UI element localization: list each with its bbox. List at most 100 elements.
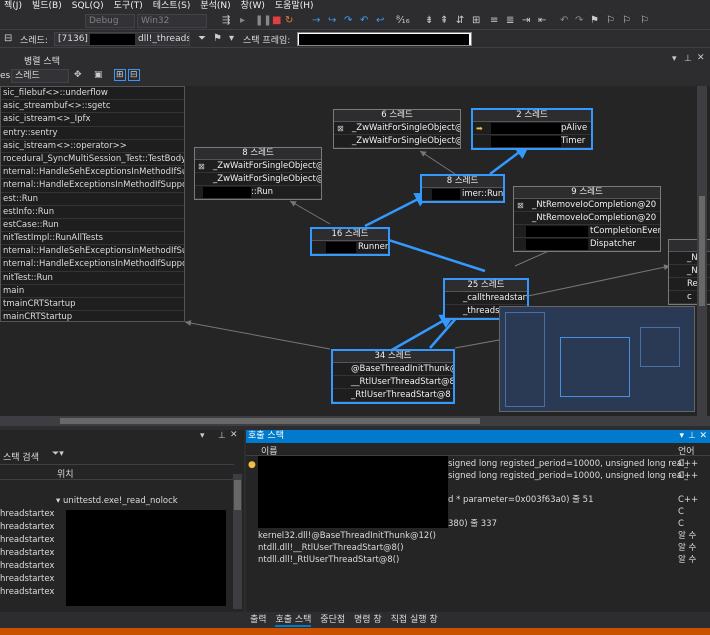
dropdown-icon[interactable]: ▾ — [200, 431, 205, 441]
next-bookmark-icon[interactable]: ⚐ — [622, 15, 631, 27]
frame-row[interactable]: tmainCRTStartup — [1, 298, 184, 312]
frame-row[interactable]: mainCRTStartup — [1, 311, 184, 321]
thread-row[interactable]: ▾ unittestd.exe!_read_nolock — [56, 495, 178, 508]
stack-frame-row[interactable]: tCompletionEvent — [514, 225, 660, 238]
uncomment-icon[interactable]: ≣ — [506, 15, 514, 27]
stack-frame-row[interactable]: _ZwWaitForSingleObject@12 — [195, 173, 321, 186]
pin-icon[interactable]: ⊥ — [688, 430, 696, 443]
thread-icon[interactable]: ⇟ — [425, 15, 433, 27]
frame-row[interactable]: sic_filebuf<>::underflow — [1, 87, 184, 101]
menu-test[interactable]: 테스트(S) — [153, 0, 191, 12]
pause-icon[interactable]: ❚❚ — [255, 15, 272, 27]
dropdown-icon[interactable]: ▾ — [672, 54, 677, 64]
step-out-icon[interactable]: ↶ — [360, 15, 368, 27]
stack-frame-row[interactable]: imer::Run — [422, 188, 503, 201]
config-select[interactable]: Debug — [85, 14, 135, 28]
frame-row[interactable]: nternal::HandleExceptionsInMethodIfSuppo… — [1, 179, 184, 193]
tab-output[interactable]: 출력 — [250, 615, 267, 625]
stack-node-2-threads[interactable]: 2 스레드 ➡ pAlive Timer — [471, 108, 593, 150]
frame-row[interactable]: nternal::HandleSehExceptionsInMethodIfSu… — [1, 245, 184, 259]
stack-frame-row[interactable]: Timer — [473, 135, 591, 148]
menu-tools[interactable]: 도구(T) — [114, 0, 143, 12]
frame-row[interactable]: estInfo::Run — [1, 206, 184, 219]
tab-command-window[interactable]: 명령 창 — [354, 615, 382, 625]
call-stack-row[interactable]: ntdll.dll!_RtlUserThreadStart@8() 알 수 — [258, 554, 710, 566]
filter-icon[interactable]: ⏷ — [198, 33, 206, 45]
scroll-thumb[interactable] — [699, 196, 705, 306]
zoom-icon[interactable]: ▣ — [94, 70, 103, 80]
stack-frame-row[interactable]: ➡ pAlive — [473, 122, 591, 135]
frame-row[interactable]: nitTestImpl::RunAllTests — [1, 232, 184, 246]
restart-icon[interactable]: ↻ — [285, 15, 293, 27]
menu-sql[interactable]: SQL(Q) — [72, 0, 104, 12]
filter-icon[interactable]: ⏷▾ — [52, 449, 64, 459]
stack-frame-row[interactable]: ⊠_ZwWaitForSingleObject@12 — [195, 160, 321, 173]
vertical-scrollbar[interactable] — [697, 86, 707, 416]
stack-frame-row[interactable]: _NtRemoveIoCompletion@20 — [514, 212, 660, 225]
menu-analyze[interactable]: 분석(N) — [200, 0, 230, 12]
process-select[interactable]: [7136] dll!_threadst — [54, 32, 190, 46]
view-mode-select[interactable]: 스레드 — [11, 69, 69, 83]
flag-icon[interactable]: ⚑ — [213, 33, 222, 45]
frame-row[interactable]: entry::sentry — [1, 127, 184, 140]
stack-frame-row[interactable]: Runner — [312, 241, 388, 254]
indent-icon[interactable]: ⇥ — [522, 15, 530, 27]
scroll-thumb[interactable] — [60, 418, 480, 424]
close-icon[interactable]: ✕ — [230, 430, 238, 440]
bookmark-icon[interactable]: ⚑ — [590, 15, 599, 27]
thread-row[interactable]: hreadstartex — [0, 547, 54, 560]
tab-call-stack[interactable]: 호출 스택 — [275, 615, 312, 627]
stop-icon[interactable]: ■ — [272, 15, 281, 27]
show-next-icon[interactable]: → — [312, 15, 320, 27]
frame-row[interactable]: nternal::HandleExceptionsInMethodIfSuppo… — [1, 258, 184, 272]
pin-icon[interactable]: ⊥ — [218, 431, 226, 441]
platform-select[interactable]: Win32 — [137, 14, 207, 28]
stack-frame-row[interactable]: _callthreadstartex — [445, 292, 527, 305]
step-over-icon[interactable]: ↷ — [344, 15, 352, 27]
stack-frame-select[interactable] — [297, 32, 472, 46]
stack-frame-row[interactable]: _ZwWaitForSingleObject@12 — [334, 135, 460, 148]
column-location[interactable]: 위치 — [57, 467, 74, 480]
frame-row[interactable]: asic_streambuf<>::sgetc — [1, 100, 184, 114]
stack-frame-row[interactable]: ::Run — [195, 186, 321, 199]
menu-help[interactable]: 도움말(H) — [275, 0, 314, 12]
bird-eye-minimap[interactable] — [499, 306, 695, 412]
stack-node-6-threads[interactable]: 6 스레드 ⊠_ZwWaitForSingleObject@12 _ZwWait… — [333, 109, 461, 149]
frame-row[interactable]: asic_istream<>::operator>> — [1, 140, 184, 153]
frame-row[interactable]: nternal::HandleSehExceptionsInMethodIfSu… — [1, 166, 184, 180]
toggle-method-icon[interactable]: ✥ — [74, 70, 82, 80]
thread-row[interactable]: hreadstartex — [0, 586, 54, 599]
continue-icon[interactable]: ▸ — [240, 15, 245, 27]
thread-row[interactable]: hreadstartex — [0, 521, 54, 534]
horizontal-scrollbar[interactable] — [0, 416, 710, 426]
menu-build[interactable]: 빌드(B) — [32, 0, 62, 12]
pin-icon[interactable]: ⊥ — [684, 54, 692, 64]
stack-node-8-threads-highlight[interactable]: 8 스레드 imer::Run — [420, 174, 505, 203]
stack-frame-row[interactable]: __RtlUserThreadStart@8 — [333, 376, 453, 389]
attach-icon[interactable]: ⇶ — [222, 15, 230, 27]
vertical-scrollbar[interactable] — [233, 474, 242, 609]
outdent-icon[interactable]: ⇤ — [538, 15, 546, 27]
close-icon[interactable]: ✕ — [699, 430, 707, 443]
dropdown-icon[interactable]: ▾ — [229, 33, 234, 45]
stack-frame-row[interactable]: _RtlUserThreadStart@8 — [333, 389, 453, 402]
stack-frame-row[interactable]: ⊠_ZwWaitForSingleObject@12 — [334, 122, 460, 135]
stack-node-16-threads[interactable]: 16 스레드 Runner — [310, 227, 390, 256]
dropdown-icon[interactable]: ▾ — [679, 430, 684, 443]
tab-immediate-window[interactable]: 직접 실행 창 — [391, 615, 438, 625]
reverse-layout-icon[interactable]: ⊟ — [128, 69, 140, 81]
call-stack-row[interactable]: kernel32.dll!@BaseThreadInitThunk@12() 알 … — [258, 530, 710, 542]
stack-frame-row[interactable]: @BaseThreadInitThunk@12 — [333, 363, 453, 376]
frame-row[interactable]: estCase::Run — [1, 219, 184, 233]
thread-row[interactable]: hreadstartex — [0, 508, 54, 521]
stack-node-34-threads[interactable]: 34 스레드 @BaseThreadInitThunk@12 __RtlUser… — [331, 349, 455, 404]
stack-node-9-threads[interactable]: 9 스레드 ⊠ _NtRemoveIoCompletion@20 _NtRemov… — [513, 186, 661, 252]
step-back-icon[interactable]: ↩ — [376, 15, 384, 27]
thread-row[interactable]: hreadstartex — [0, 573, 54, 586]
thread-row[interactable]: hreadstartex — [0, 534, 54, 547]
clear-bookmark-icon[interactable]: ⚐ — [640, 15, 649, 27]
column-language[interactable]: 언어 — [678, 444, 695, 457]
frame-icon[interactable]: ⊞ — [472, 15, 480, 27]
toggle-zoom-icon[interactable]: ⊞ — [114, 69, 126, 81]
filter-thread-icon[interactable]: ⇵ — [456, 15, 464, 27]
